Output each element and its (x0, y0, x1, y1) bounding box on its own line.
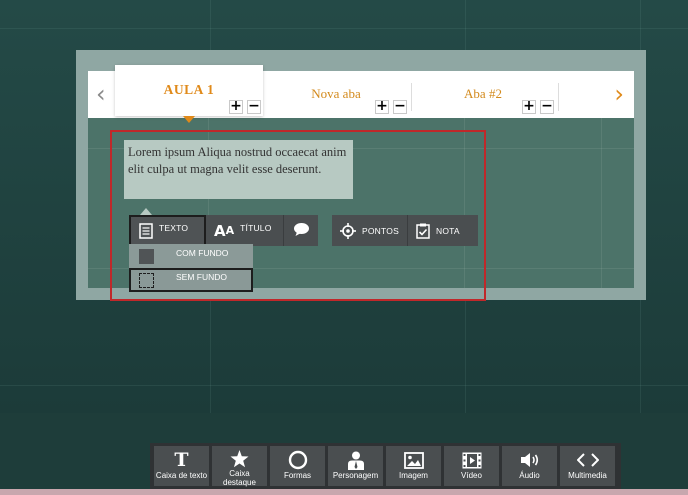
sem-fundo-label: SEM FUNDO (176, 272, 227, 282)
grid-line (0, 28, 688, 29)
code-icon (576, 450, 599, 470)
add-tab-button[interactable]: + (229, 99, 243, 114)
personagem-label: Personagem (332, 471, 379, 480)
tab-label: Nova aba (311, 86, 361, 101)
background-dropdown: COM FUNDO SEM FUNDO (129, 244, 253, 292)
caixa-destaque-label: Caixa destaque (223, 469, 256, 487)
texto-button[interactable]: TEXTO (129, 215, 206, 246)
com-fundo-option[interactable]: COM FUNDO (129, 244, 253, 268)
circle-icon (288, 450, 308, 470)
grid-line (0, 385, 688, 386)
com-fundo-label: COM FUNDO (176, 248, 229, 258)
crosshair-icon (340, 222, 356, 239)
chevron-left-icon[interactable]: ‹ (96, 82, 106, 106)
tab-divider (411, 83, 412, 111)
caixa-destaque-button[interactable]: Caixa destaque (212, 446, 267, 486)
titulo-label: TÍTULO (240, 222, 272, 233)
person-icon (347, 450, 365, 470)
tab-divider (558, 83, 559, 111)
add-tab-button[interactable]: + (375, 99, 389, 114)
add-tab-button[interactable]: + (522, 99, 536, 114)
footer-strip (0, 489, 688, 495)
insert-toolbar: T Caixa de texto Caixa destaque Formas P… (150, 443, 621, 489)
audio-button[interactable]: Áudio (502, 446, 557, 486)
caixa-de-texto-label: Caixa de texto (155, 471, 208, 480)
comment-button[interactable] (284, 215, 318, 246)
video-button[interactable]: Vídeo (444, 446, 499, 486)
speech-bubble-icon (293, 222, 310, 239)
nota-label: NOTA (436, 225, 460, 236)
texto-label: TEXTO (159, 222, 189, 233)
remove-tab-button[interactable]: − (540, 99, 554, 114)
imagem-button[interactable]: Imagem (386, 446, 441, 486)
clipboard-check-icon (416, 223, 430, 239)
multimedia-button[interactable]: Multimedia (560, 446, 615, 486)
active-tab-indicator (183, 116, 195, 123)
tab-aba-2[interactable]: Aba #2 (450, 86, 516, 102)
imagem-label: Imagem (399, 471, 428, 480)
annotation-toolbar: PONTOS NOTA (332, 215, 478, 246)
text-box[interactable]: Lorem ipsum Aliqua nostrud occaecat anim… (124, 140, 353, 199)
speaker-icon (520, 450, 539, 470)
font-size-icon: AA (214, 221, 235, 240)
pontos-button[interactable]: PONTOS (332, 215, 408, 246)
audio-label: Áudio (519, 471, 540, 480)
formas-label: Formas (283, 471, 312, 480)
dashed-square-icon (139, 272, 154, 288)
titulo-button[interactable]: AA TÍTULO (206, 215, 284, 246)
pontos-label: PONTOS (362, 225, 399, 236)
remove-tab-button[interactable]: − (247, 99, 261, 114)
remove-tab-button[interactable]: − (393, 99, 407, 114)
tab-label: AULA 1 (163, 82, 215, 97)
personagem-button[interactable]: Personagem (328, 446, 383, 486)
nota-button[interactable]: NOTA (408, 215, 478, 246)
caixa-de-texto-button[interactable]: T Caixa de texto (154, 446, 209, 486)
filled-square-icon (139, 248, 154, 264)
image-icon (403, 450, 424, 470)
tab-nova-aba[interactable]: Nova aba (300, 86, 372, 102)
text-icon: T (174, 449, 189, 471)
multimedia-label: Multimedia (568, 471, 607, 480)
text-box-pointer (140, 208, 152, 215)
tab-label: Aba #2 (464, 86, 502, 101)
film-icon (462, 450, 482, 470)
element-toolbar: TEXTO AA TÍTULO (129, 215, 318, 246)
formas-button[interactable]: Formas (270, 446, 325, 486)
video-label: Vídeo (461, 471, 482, 480)
document-icon (139, 222, 153, 239)
star-icon (230, 450, 249, 468)
chevron-right-icon[interactable]: › (614, 82, 624, 106)
sem-fundo-option[interactable]: SEM FUNDO (129, 268, 253, 292)
